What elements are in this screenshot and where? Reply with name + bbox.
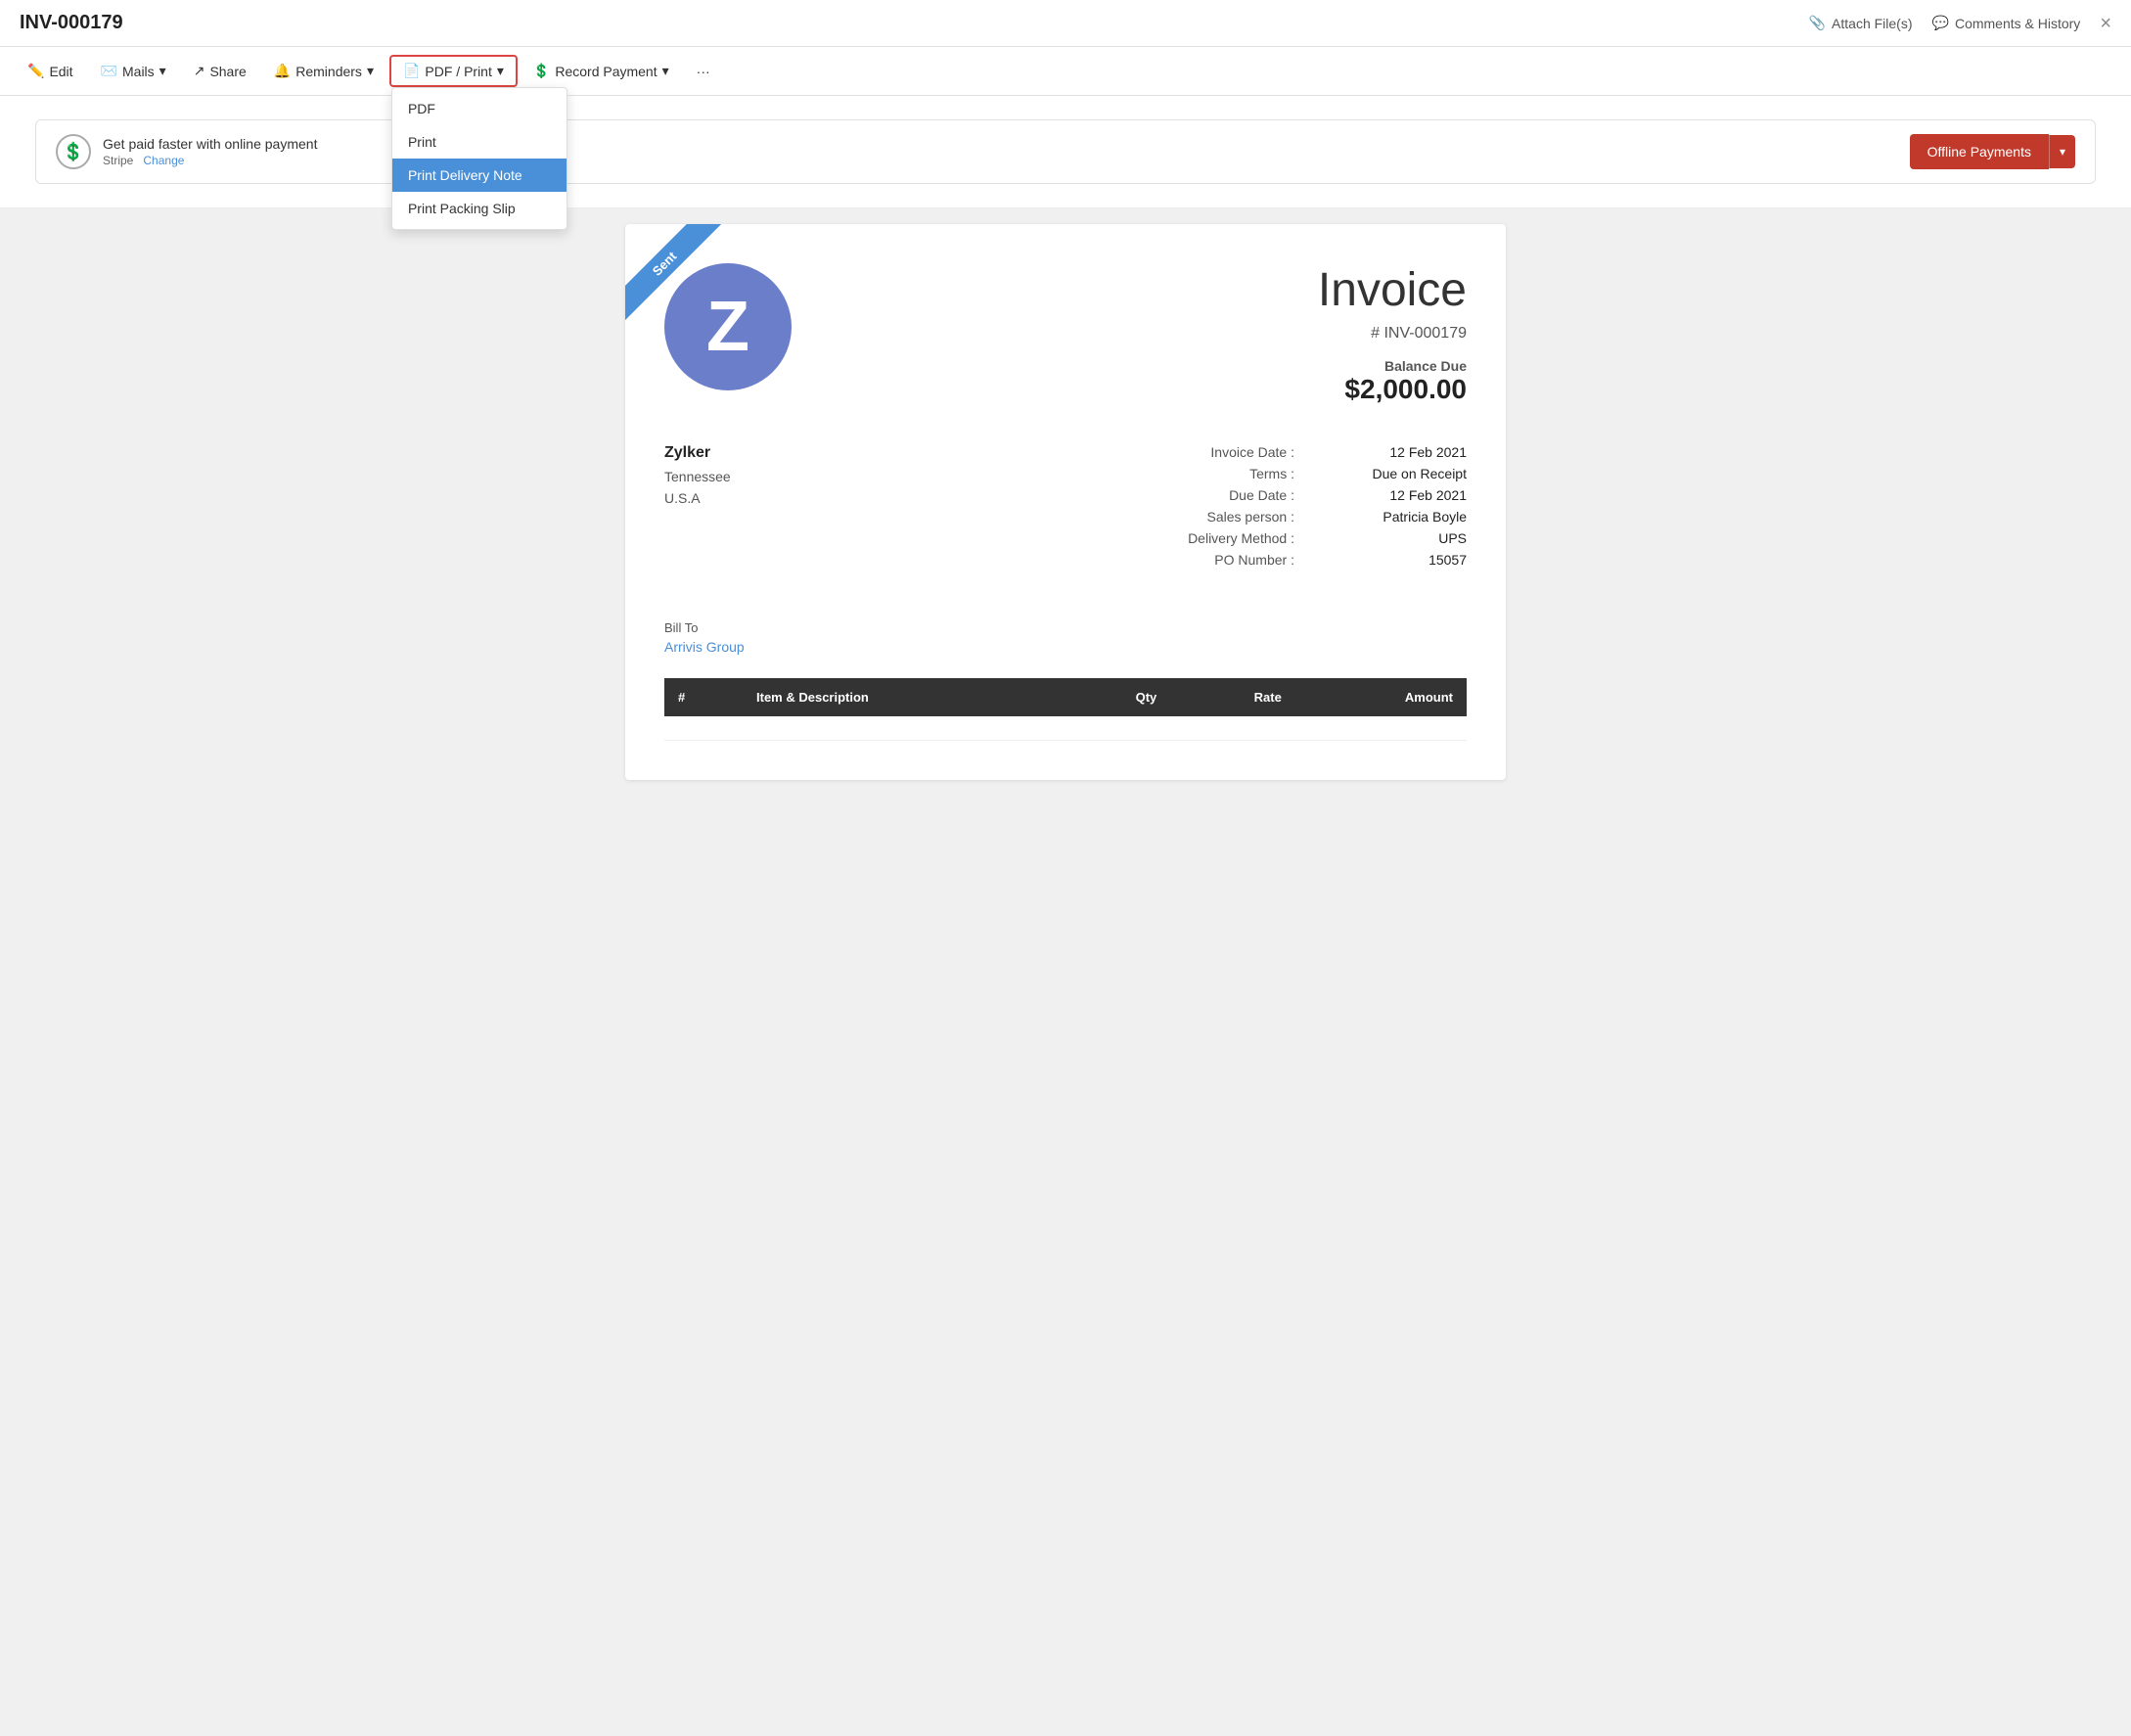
pdf-dropdown-menu: PDF Print Print Delivery Note Print Pack…	[391, 87, 567, 230]
items-table: # Item & Description Qty Rate Amount	[664, 678, 1467, 741]
invoice-details: Invoice Date : 12 Feb 2021 Terms : Due o…	[1066, 444, 1467, 568]
invoice-title: Invoice	[1318, 263, 1467, 317]
pdf-option-print[interactable]: Print	[392, 125, 567, 159]
pdf-chevron-icon: ▾	[497, 63, 504, 79]
payment-icon: 💲	[533, 63, 550, 79]
bell-icon: 🔔	[274, 63, 291, 79]
pdf-icon: 📄	[403, 63, 420, 79]
detail-salesperson: Sales person : Patricia Boyle	[1066, 509, 1467, 525]
invoice-wrapper: Sent Z Invoice # INV-000179 Balance Due …	[0, 208, 2131, 1736]
reminders-button[interactable]: 🔔 Reminders ▾	[262, 57, 385, 85]
detail-po-number: PO Number : 15057	[1066, 552, 1467, 568]
table-row	[664, 716, 1467, 741]
invoice-title-area: Invoice # INV-000179 Balance Due $2,000.…	[1318, 263, 1467, 405]
bill-to-name[interactable]: Arrivis Group	[664, 639, 745, 655]
left-column: Zylker Tennessee U.S.A	[664, 444, 1066, 597]
pdf-option-pdf[interactable]: PDF	[392, 92, 567, 125]
company-state: Tennessee	[664, 466, 1066, 487]
mails-chevron-icon: ▾	[159, 63, 166, 79]
record-payment-button[interactable]: 💲 Record Payment ▾	[521, 57, 681, 85]
comment-icon: 💬	[1932, 15, 1949, 31]
sent-ribbon: Sent	[625, 224, 743, 342]
payment-banner: 💲 Get paid faster with online payment St…	[35, 119, 2096, 184]
online-payment-icon: 💲	[56, 134, 91, 169]
banner-left: 💲 Get paid faster with online payment St…	[56, 134, 317, 169]
detail-due-date: Due Date : 12 Feb 2021	[1066, 487, 1467, 503]
stripe-label: Stripe	[103, 154, 133, 167]
pdf-option-delivery-note[interactable]: Print Delivery Note	[392, 159, 567, 192]
col-amount: Amount	[1295, 678, 1467, 716]
balance-due-amount: $2,000.00	[1318, 374, 1467, 405]
billing-section: Bill To Arrivis Group	[664, 620, 1467, 655]
detail-delivery-method: Delivery Method : UPS	[1066, 530, 1467, 546]
company-name: Zylker	[664, 444, 1066, 462]
offline-payments-dropdown-button[interactable]: ▾	[2049, 135, 2075, 168]
paperclip-icon: 📎	[1809, 15, 1826, 31]
company-info: Zylker Tennessee U.S.A	[664, 444, 1066, 510]
banner-text: Get paid faster with online payment	[103, 136, 317, 152]
pdf-print-button[interactable]: 📄 PDF / Print ▾	[391, 57, 516, 85]
col-item-desc: Item & Description	[743, 678, 1060, 716]
share-button[interactable]: ↗ Share	[182, 57, 258, 85]
attach-files-btn[interactable]: 📎 Attach File(s)	[1809, 15, 1913, 31]
comments-history-btn[interactable]: 💬 Comments & History	[1932, 15, 2081, 31]
top-bar-actions: 📎 Attach File(s) 💬 Comments & History ×	[1809, 14, 2111, 33]
banner-sub: Stripe Change	[103, 154, 317, 167]
invoice-id: INV-000179	[20, 12, 123, 34]
detail-terms: Terms : Due on Receipt	[1066, 466, 1467, 481]
invoice-header: Z Invoice # INV-000179 Balance Due $2,00…	[664, 263, 1467, 405]
edit-icon: ✏️	[27, 63, 44, 79]
toolbar: ✏️ Edit ✉️ Mails ▾ ↗ Share 🔔 Reminders ▾…	[0, 47, 2131, 96]
balance-due-label: Balance Due	[1318, 358, 1467, 374]
pdf-print-wrapper: 📄 PDF / Print ▾ PDF Print Print Delivery…	[389, 55, 518, 87]
table-header-row: # Item & Description Qty Rate Amount	[664, 678, 1467, 716]
col-qty: Qty	[1060, 678, 1170, 716]
detail-invoice-date: Invoice Date : 12 Feb 2021	[1066, 444, 1467, 460]
change-link[interactable]: Change	[143, 154, 184, 167]
banner-info: Get paid faster with online payment Stri…	[103, 136, 317, 167]
more-options-button[interactable]: ···	[685, 58, 722, 85]
offline-payments-button[interactable]: Offline Payments	[1910, 134, 2049, 169]
mail-icon: ✉️	[101, 63, 117, 79]
top-bar: INV-000179 📎 Attach File(s) 💬 Comments &…	[0, 0, 2131, 47]
edit-button[interactable]: ✏️ Edit	[16, 57, 85, 85]
close-button[interactable]: ×	[2100, 14, 2111, 33]
bill-to-label: Bill To	[664, 620, 1467, 635]
invoice-document: Sent Z Invoice # INV-000179 Balance Due …	[625, 224, 1506, 780]
mails-button[interactable]: ✉️ Mails ▾	[89, 57, 178, 85]
company-country: U.S.A	[664, 487, 1066, 509]
offline-payments-group: Offline Payments ▾	[1910, 134, 2075, 169]
reminders-chevron-icon: ▾	[367, 63, 374, 79]
col-rate: Rate	[1170, 678, 1295, 716]
ribbon-text: Sent	[625, 224, 721, 321]
share-icon: ↗	[194, 63, 205, 79]
invoice-number: # INV-000179	[1318, 325, 1467, 343]
pdf-option-packing-slip[interactable]: Print Packing Slip	[392, 192, 567, 225]
right-column: Invoice Date : 12 Feb 2021 Terms : Due o…	[1066, 444, 1467, 597]
col-num: #	[664, 678, 743, 716]
record-payment-chevron-icon: ▾	[662, 63, 669, 79]
